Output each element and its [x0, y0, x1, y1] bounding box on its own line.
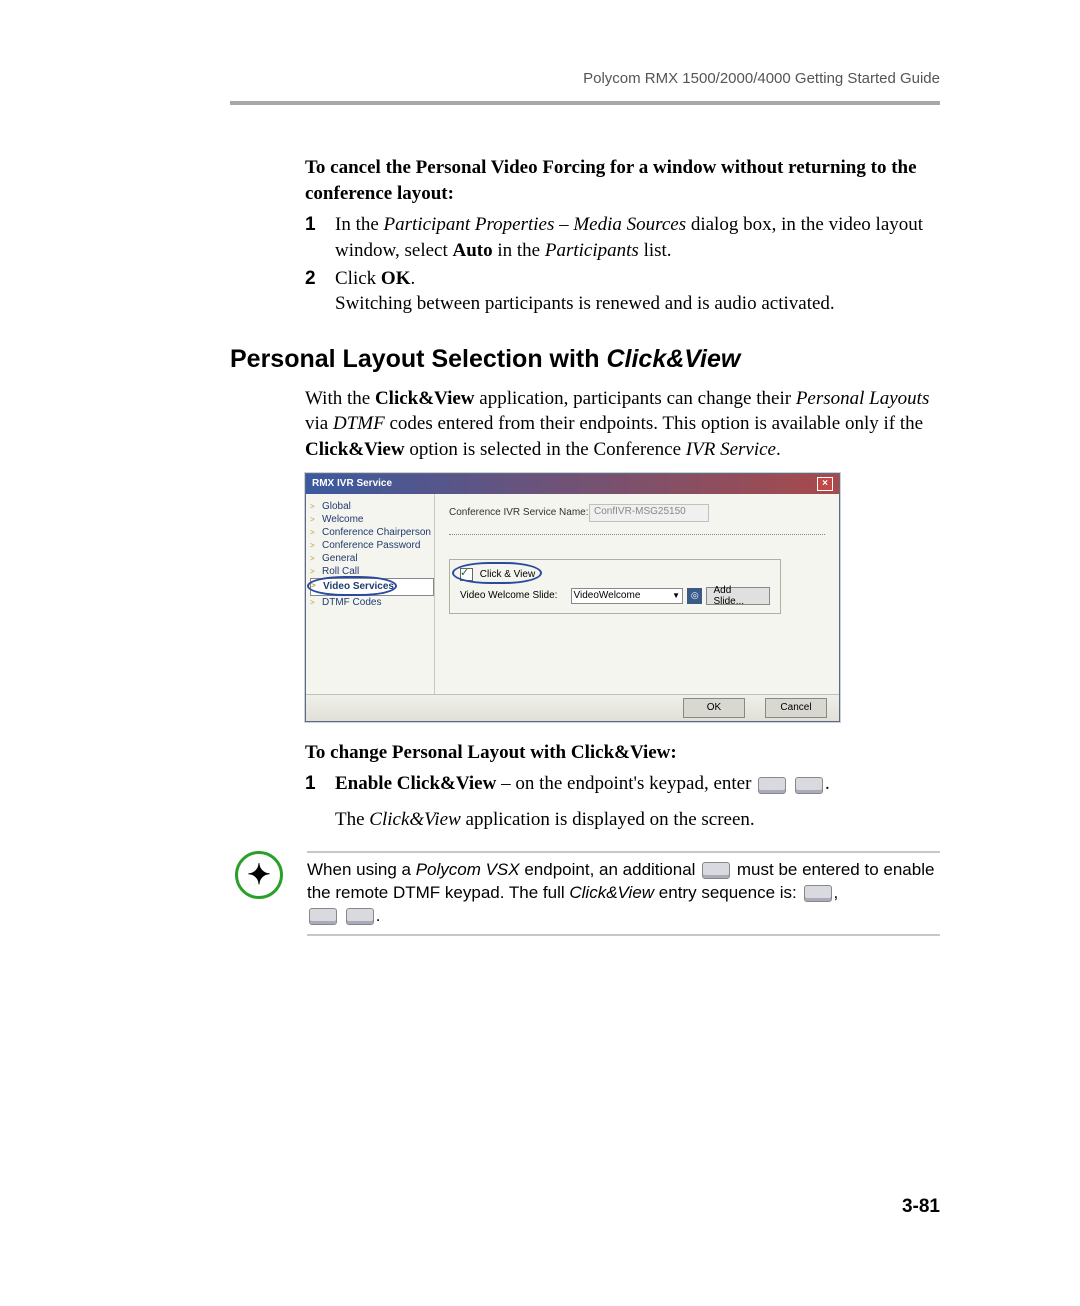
txt: Click&View: [606, 345, 740, 373]
close-icon[interactable]: ×: [817, 477, 833, 491]
step-text: Enable Click&View – on the endpoint's ke…: [335, 771, 940, 832]
note-text: When using a Polycom VSX endpoint, an ad…: [307, 851, 940, 936]
keypad-key-icon: [795, 777, 823, 794]
dialog-sidebar: Global Welcome Conference Chairperson Co…: [306, 494, 435, 694]
sidebar-item-conference-chairperson[interactable]: Conference Chairperson: [310, 526, 430, 539]
keypad-key-icon: [309, 908, 337, 925]
txt: .: [776, 439, 781, 460]
keypad-key-icon: [804, 885, 832, 902]
txt: endpoint, an additional: [520, 860, 701, 879]
ivr-service-dialog: RMX IVR Service × Global Welcome Confere…: [305, 473, 840, 722]
sidebar-item-welcome[interactable]: Welcome: [310, 513, 430, 526]
welcome-slide-dropdown[interactable]: VideoWelcome ▼: [571, 588, 684, 604]
sidebar-item-general[interactable]: General: [310, 552, 430, 565]
txt: Click&View: [375, 388, 475, 409]
txt: option is selected in the Conference: [405, 439, 686, 460]
page-number: 3-81: [230, 1196, 940, 1218]
click-view-checkbox-row: Click & View: [460, 568, 770, 581]
note-block: ✦ When using a Polycom VSX endpoint, an …: [235, 851, 940, 936]
sidebar-item-roll-call[interactable]: Roll Call: [310, 565, 430, 578]
txt: ,: [834, 883, 839, 902]
section-paragraph: With the Click&View application, partici…: [305, 386, 940, 463]
sidebar-item-global[interactable]: Global: [310, 500, 430, 513]
txt: list.: [639, 240, 672, 261]
cancel-button[interactable]: Cancel: [765, 698, 827, 718]
step-number: 1: [305, 212, 335, 263]
txt: VideoWelcome: [574, 590, 641, 601]
note-icon: ✦: [235, 851, 283, 899]
txt: Click&View: [369, 809, 460, 830]
txt: DTMF: [333, 413, 385, 434]
dialog-main: Conference IVR Service Name: ConfIVR-MSG…: [435, 494, 839, 694]
cancel-forcing-heading: To cancel the Personal Video Forcing for…: [305, 155, 940, 206]
keypad-key-icon: [702, 862, 730, 879]
dialog-titlebar: RMX IVR Service ×: [306, 474, 839, 494]
txt: IVR Service: [686, 439, 776, 460]
header-divider: [230, 101, 940, 105]
txt: Polycom VSX: [416, 860, 520, 879]
txt: The: [335, 809, 369, 830]
txt: – on the endpoint's keypad, enter: [496, 773, 756, 794]
sidebar-item-conference-password[interactable]: Conference Password: [310, 539, 430, 552]
keypad-key-icon: [346, 908, 374, 925]
page-header: Polycom RMX 1500/2000/4000 Getting Start…: [230, 70, 940, 87]
txt: via: [305, 413, 333, 434]
step-2: 2 Click OK. Switching between participan…: [305, 266, 940, 317]
txt: entry sequence is:: [654, 883, 801, 902]
dialog-footer: OK Cancel: [306, 694, 839, 721]
txt: Video Services: [323, 581, 394, 592]
step-number: 1: [305, 771, 335, 832]
sidebar-item-video-services[interactable]: Video Services: [310, 578, 434, 596]
txt: OK: [381, 268, 411, 289]
txt: Participants: [545, 240, 639, 261]
dialog-title: RMX IVR Service: [312, 478, 392, 489]
ivr-name-input[interactable]: ConfIVR-MSG25150: [589, 504, 709, 522]
keypad-key-icon: [758, 777, 786, 794]
ivr-name-label: Conference IVR Service Name:: [449, 507, 589, 518]
click-view-label: Click & View: [480, 569, 535, 580]
txt: .: [410, 268, 415, 289]
txt: Personal Layouts: [796, 388, 930, 409]
txt: codes entered from their endpoints. This…: [385, 413, 923, 434]
click-view-checkbox[interactable]: [460, 568, 473, 581]
txt: Click&View: [305, 439, 405, 460]
txt: When using a: [307, 860, 416, 879]
preview-icon[interactable]: ◎: [687, 588, 702, 604]
video-services-group: Click & View Video Welcome Slide: VideoW…: [449, 559, 781, 614]
welcome-slide-label: Video Welcome Slide:: [460, 590, 567, 601]
ok-button[interactable]: OK: [683, 698, 745, 718]
change-layout-heading: To change Personal Layout with Click&Vie…: [305, 740, 940, 766]
txt: Click&View: [569, 883, 654, 902]
chevron-down-icon: ▼: [672, 591, 680, 600]
step-number: 2: [305, 266, 335, 317]
step-enable-clickview: 1 Enable Click&View – on the endpoint's …: [305, 771, 940, 832]
separator: [449, 534, 825, 535]
txt: Participant Properties – Media Sources: [384, 214, 687, 235]
txt: Auto: [453, 240, 493, 261]
txt: Enable Click&View: [335, 773, 496, 794]
txt: With the: [305, 388, 375, 409]
txt: application, participants can change the…: [475, 388, 796, 409]
add-slide-button[interactable]: Add Slide...: [706, 587, 770, 605]
step-text: Click OK. Switching between participants…: [335, 266, 940, 317]
txt: In the: [335, 214, 384, 235]
sidebar-item-dtmf-codes[interactable]: DTMF Codes: [310, 596, 430, 609]
txt: .: [825, 773, 830, 794]
txt: Switching between participants is renewe…: [335, 293, 835, 314]
txt: application is displayed on the screen.: [461, 809, 755, 830]
txt: Click: [335, 268, 381, 289]
txt: Personal Layout Selection with: [230, 345, 606, 373]
step-text: In the Participant Properties – Media So…: [335, 212, 940, 263]
txt: in the: [493, 240, 545, 261]
section-heading: Personal Layout Selection with Click&Vie…: [230, 345, 940, 374]
step-1: 1 In the Participant Properties – Media …: [305, 212, 940, 263]
